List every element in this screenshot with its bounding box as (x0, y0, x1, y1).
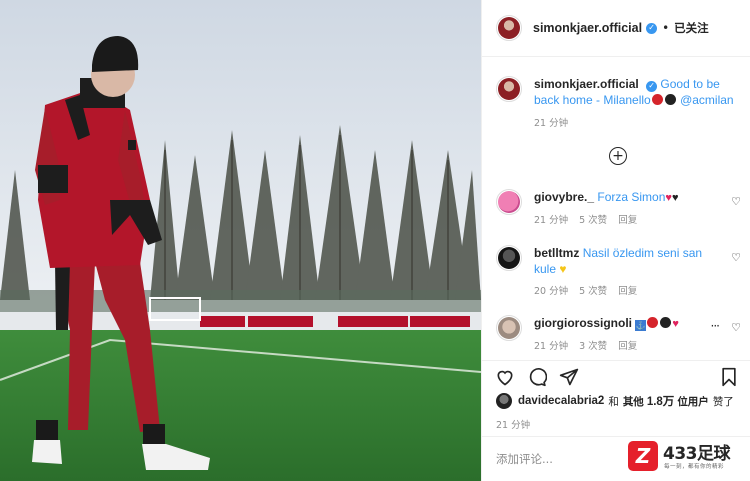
comment-likes[interactable]: 3 次赞 (579, 339, 607, 355)
comment-likes[interactable]: 5 次赞 (579, 213, 607, 229)
commenter-avatar[interactable] (496, 245, 522, 271)
heart-icon[interactable]: ♡ (731, 321, 741, 334)
likes-others-prefix[interactable]: 其他 (623, 394, 644, 409)
black-heart-emoji: ♥ (671, 192, 679, 204)
commenter-username[interactable]: giorgiorossignoli (534, 316, 632, 330)
watermark-name: 433足球 (663, 444, 731, 464)
reply-button[interactable]: 回复 (618, 213, 637, 229)
author-username[interactable]: simonkjaer.official (533, 21, 642, 35)
more-icon[interactable]: ··· (711, 319, 721, 333)
comment-input[interactable] (496, 452, 616, 466)
caption-time: 21 分钟 (534, 118, 569, 129)
commenter-avatar[interactable] (496, 315, 522, 341)
share-icon[interactable] (559, 367, 579, 391)
caption-avatar[interactable] (496, 76, 522, 102)
author-avatar[interactable] (496, 15, 522, 41)
comment-icon[interactable] (527, 367, 548, 391)
liked-by: davidecalabria2 和 其他 1.8万 位用户 赞了 (496, 393, 734, 409)
verified-icon: ✓ (646, 22, 658, 34)
watermark-logo: Z (628, 441, 658, 471)
plus-circle-icon[interactable]: + (609, 147, 627, 165)
commenter-avatar[interactable] (496, 189, 522, 215)
caption-username[interactable]: simonkjaer.official (534, 77, 639, 91)
action-bar (482, 360, 750, 392)
comment-item: giovybre._ Forza Simon♥♥ 21 分钟 5 次赞 回复 ♡ (496, 189, 741, 229)
bookmark-icon[interactable] (720, 367, 738, 391)
black-circle-emoji (660, 317, 672, 328)
comments-list[interactable]: simonkjaer.official ✓ Good to be back ho… (482, 58, 750, 359)
commenter-username[interactable]: giovybre._ (534, 190, 594, 204)
follow-status-button[interactable]: 已关注 (674, 20, 709, 36)
comment-text: Forza Simon (597, 190, 666, 204)
comment-time: 21 分钟 (534, 341, 569, 352)
mention-link[interactable]: @acmilan (680, 93, 734, 107)
black-circle-emoji (664, 94, 676, 105)
post-photo (0, 0, 481, 481)
separator-dot: • (662, 21, 670, 35)
verified-icon: ✓ (646, 80, 658, 92)
comment-time: 20 分钟 (534, 286, 569, 297)
watermark-tagline: 每一刻，都有你的精彩 (664, 464, 725, 470)
heart-icon[interactable]: ♡ (731, 195, 741, 208)
red-circle-emoji (651, 94, 663, 105)
post-panel: simonkjaer.official ✓ • 已关注 simonkjaer.o… (481, 0, 750, 481)
caption: simonkjaer.official ✓ Good to be back ho… (496, 76, 741, 132)
heart-icon[interactable]: ♡ (731, 251, 741, 264)
post-header: simonkjaer.official ✓ • 已关注 (482, 0, 750, 57)
likes-others-suffix[interactable]: 位用户 (677, 394, 709, 409)
post-photo-illustration (0, 0, 481, 481)
heart-icon[interactable] (495, 367, 515, 391)
commenter-username[interactable]: betlltmz (534, 246, 579, 260)
red-heart-emoji: ♥ (672, 318, 679, 330)
red-circle-emoji (647, 317, 659, 328)
likes-action: 赞了 (712, 395, 734, 408)
comment-item: giorgiorossignoli ⚓ ♥ 21 分钟 3 次赞 回复 ··· ♡ (496, 315, 741, 355)
comment-time: 21 分钟 (534, 215, 569, 226)
likes-joiner: 和 (608, 395, 619, 408)
likes-others-count[interactable]: 1.8万 (647, 393, 675, 409)
liker-avatar[interactable] (496, 393, 512, 409)
reply-button[interactable]: 回复 (618, 339, 637, 355)
post-time: 21 分钟 (496, 420, 531, 431)
watermark: Z 433足球 每一刻，都有你的精彩 (628, 437, 746, 477)
yellow-heart-emoji: ♥ (559, 262, 567, 276)
flag-emoji: ⚓ (635, 320, 647, 331)
liker-username[interactable]: davidecalabria2 (518, 395, 604, 407)
reply-button[interactable]: 回复 (618, 284, 637, 300)
comment-item: betlltmz Nasil özledim seni san kule ♥ 2… (496, 245, 741, 300)
comment-likes[interactable]: 5 次赞 (579, 284, 607, 300)
